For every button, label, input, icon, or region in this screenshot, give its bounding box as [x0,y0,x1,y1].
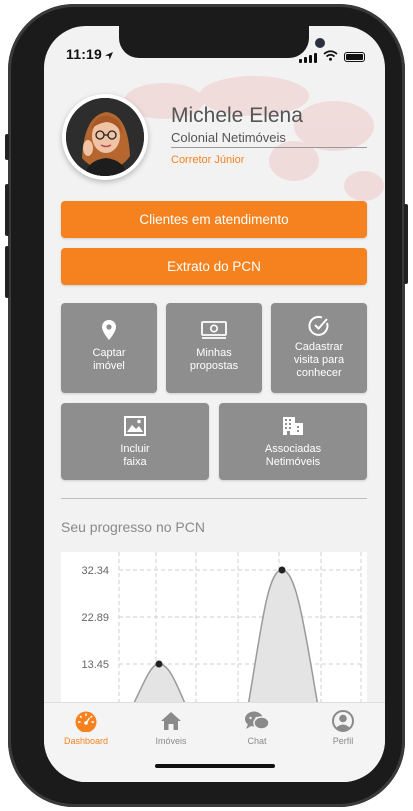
notch [119,26,325,58]
battery-icon [344,52,365,62]
tab-properties[interactable]: Imóveis [131,709,211,746]
volume-up-button [5,184,9,236]
tab-profile[interactable]: Perfil [303,709,383,746]
my-proposals-tile[interactable]: Minhas propostas [166,303,262,393]
building-icon [282,415,304,437]
area-fill [129,570,319,712]
tab-dashboard-label: Dashboard [63,736,109,746]
clients-in-service-button[interactable]: Clientes em atendimento [61,201,367,238]
check-circle-icon [308,315,330,337]
associated-netimoveis-tile[interactable]: Associadas Netimóveis [219,403,367,480]
pcn-chart-svg: 32.34 22.89 13.45 [81,552,362,712]
data-point [278,566,286,574]
profile-photo [66,98,144,176]
tab-bar: Dashboard Imóveis Chat Perfil [44,702,385,782]
pcn-progress-chart: 32.34 22.89 13.45 [61,552,367,712]
money-icon [201,319,227,341]
y-tick-label: 32.34 [81,565,109,577]
app-screen: 11:19 Michele Elena Colonial Netimóveis … [44,26,385,782]
user-company: Colonial Netimóveis [171,130,286,145]
image-icon [124,415,146,437]
progress-title: Seu progresso no PCN [61,519,205,535]
power-button [404,204,408,284]
register-visit-tile[interactable]: Cadastrar visita para conhecer [271,303,367,393]
tab-chat-label: Chat [247,736,267,746]
y-tick-label: 13.45 [81,659,109,671]
tab-properties-label: Imóveis [155,736,187,746]
dashboard-gauge-icon [74,709,98,733]
user-name: Michele Elena [171,104,303,127]
location-pin-icon [101,319,117,341]
chat-bubbles-icon [244,709,270,733]
capture-property-label: Captar imóvel [92,347,126,372]
user-profile-icon [332,709,354,733]
wifi-icon [323,48,338,66]
pcn-statement-button[interactable]: Extrato do PCN [61,248,367,285]
tab-profile-label: Perfil [332,736,354,746]
profile-divider [171,147,367,148]
mute-switch [5,134,9,160]
house-icon [160,709,182,733]
location-arrow-icon [104,48,114,66]
home-indicator [155,764,275,768]
status-time: 11:19 [66,46,103,62]
data-point [155,660,163,668]
my-proposals-label: Minhas propostas [189,347,239,372]
associated-netimoveis-label: Associadas Netimóveis [264,443,322,468]
y-tick-label: 22.89 [81,612,109,624]
include-banner-tile[interactable]: Incluir faixa [61,403,209,480]
phone-frame: 11:19 Michele Elena Colonial Netimóveis … [5,4,408,807]
avatar[interactable] [62,94,148,180]
tab-dashboard[interactable]: Dashboard [46,709,126,746]
volume-down-button [5,246,9,298]
front-camera [315,38,325,48]
tab-chat[interactable]: Chat [217,709,297,746]
user-role: Corretor Júnior [171,154,245,166]
capture-property-tile[interactable]: Captar imóvel [61,303,157,393]
section-divider [61,498,367,499]
include-banner-label: Incluir faixa [120,443,150,468]
register-visit-label: Cadastrar visita para conhecer [293,341,345,379]
